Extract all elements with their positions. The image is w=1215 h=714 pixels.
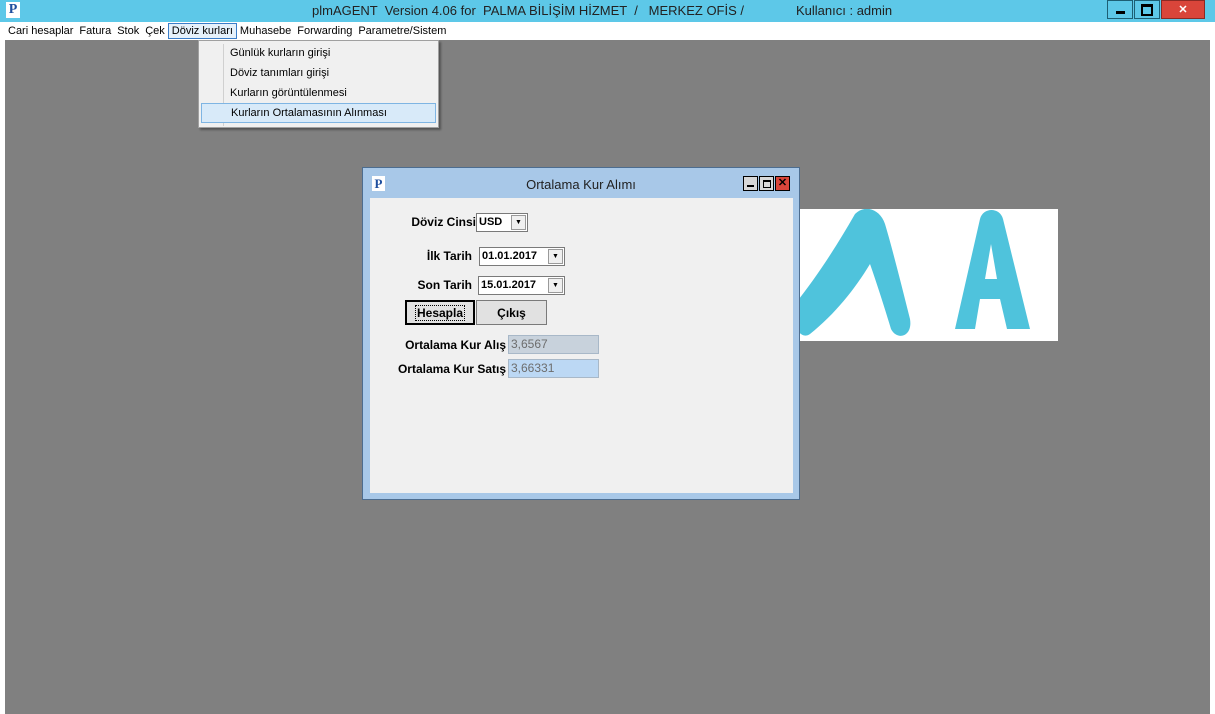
- dialog-body: Döviz Cinsi USD ▼ İlk Tarih 01.01.2017 ▼…: [370, 198, 793, 493]
- menu-forwarding[interactable]: Forwarding: [294, 23, 355, 39]
- dropdown-item-gunluk-kur-girisi[interactable]: Günlük kurların girişi: [199, 43, 438, 63]
- currency-label: Döviz Cinsi: [411, 215, 476, 229]
- currency-select[interactable]: USD ▼: [476, 213, 528, 232]
- palma-logo-fragment: [795, 209, 1058, 341]
- window-controls: ✕: [1106, 0, 1205, 20]
- menu-fatura[interactable]: Fatura: [76, 23, 114, 39]
- avg-buy-field[interactable]: 3,6567: [508, 335, 599, 354]
- app-title-bar: P plmAGENT Version 4.06 for PALMA BİLİŞİ…: [0, 0, 1215, 22]
- menu-cari-hesaplar[interactable]: Cari hesaplar: [5, 23, 76, 39]
- chevron-down-icon[interactable]: ▼: [511, 215, 526, 230]
- ortalama-kur-dialog: P Ortalama Kur Alımı ✕ Döviz Cinsi USD ▼…: [362, 167, 800, 500]
- menu-cek[interactable]: Çek: [142, 23, 168, 39]
- dialog-minimize-icon[interactable]: [743, 176, 758, 191]
- start-date-label: İlk Tarih: [426, 249, 472, 263]
- app-title-text: plmAGENT Version 4.06 for PALMA BİLİŞİM …: [312, 3, 745, 18]
- dialog-title: Ortalama Kur Alımı: [526, 177, 636, 192]
- cikis-button[interactable]: Çıkış: [476, 300, 547, 325]
- currency-value: USD: [479, 216, 503, 228]
- avg-buy-label: Ortalama Kur Alış: [405, 338, 506, 352]
- menu-stok[interactable]: Stok: [114, 23, 142, 39]
- doviz-kurlari-dropdown: Günlük kurların girişi Döviz tanımları g…: [198, 40, 439, 128]
- avg-sell-label: Ortalama Kur Satış: [397, 362, 506, 376]
- hesapla-button-label: Hesapla: [414, 304, 466, 321]
- menu-parametre-sistem[interactable]: Parametre/Sistem: [355, 23, 449, 39]
- chevron-down-icon[interactable]: ▼: [548, 249, 563, 264]
- hesapla-button[interactable]: Hesapla: [405, 300, 475, 325]
- end-date-label: Son Tarih: [417, 278, 472, 292]
- end-date-picker[interactable]: 15.01.2017 ▼: [478, 276, 565, 295]
- menu-muhasebe[interactable]: Muhasebe: [237, 23, 294, 39]
- dialog-title-bar[interactable]: P Ortalama Kur Alımı ✕: [363, 168, 799, 198]
- start-date-value: 01.01.2017: [482, 250, 538, 262]
- dialog-window-controls: ✕: [742, 176, 790, 191]
- dropdown-item-doviz-tanimlari[interactable]: Döviz tanımları girişi: [199, 63, 438, 83]
- start-date-picker[interactable]: 01.01.2017 ▼: [479, 247, 565, 266]
- end-date-value: 15.01.2017: [481, 279, 537, 291]
- restore-icon[interactable]: [1134, 0, 1160, 19]
- chevron-down-icon[interactable]: ▼: [548, 278, 563, 293]
- app-title: plmAGENT Version 4.06 for PALMA BİLİŞİM …: [0, 0, 1215, 22]
- dialog-close-icon[interactable]: ✕: [775, 176, 790, 191]
- dialog-maximize-icon[interactable]: [759, 176, 774, 191]
- menu-doviz-kurlari[interactable]: Döviz kurları: [167, 23, 237, 39]
- current-user-label: Kullanıcı : admin: [796, 3, 893, 18]
- menu-bar: Cari hesaplar Fatura Stok Çek Döviz kurl…: [0, 22, 1215, 40]
- close-icon[interactable]: ✕: [1161, 0, 1205, 19]
- dropdown-item-kur-goruntuleme[interactable]: Kurların görüntülenmesi: [199, 83, 438, 103]
- avg-sell-field[interactable]: 3,66331: [508, 359, 599, 378]
- minimize-icon[interactable]: [1107, 0, 1133, 19]
- dropdown-item-kur-ortalamasi[interactable]: Kurların Ortalamasının Alınması: [201, 103, 436, 123]
- logo-letters-icon: [795, 209, 1030, 336]
